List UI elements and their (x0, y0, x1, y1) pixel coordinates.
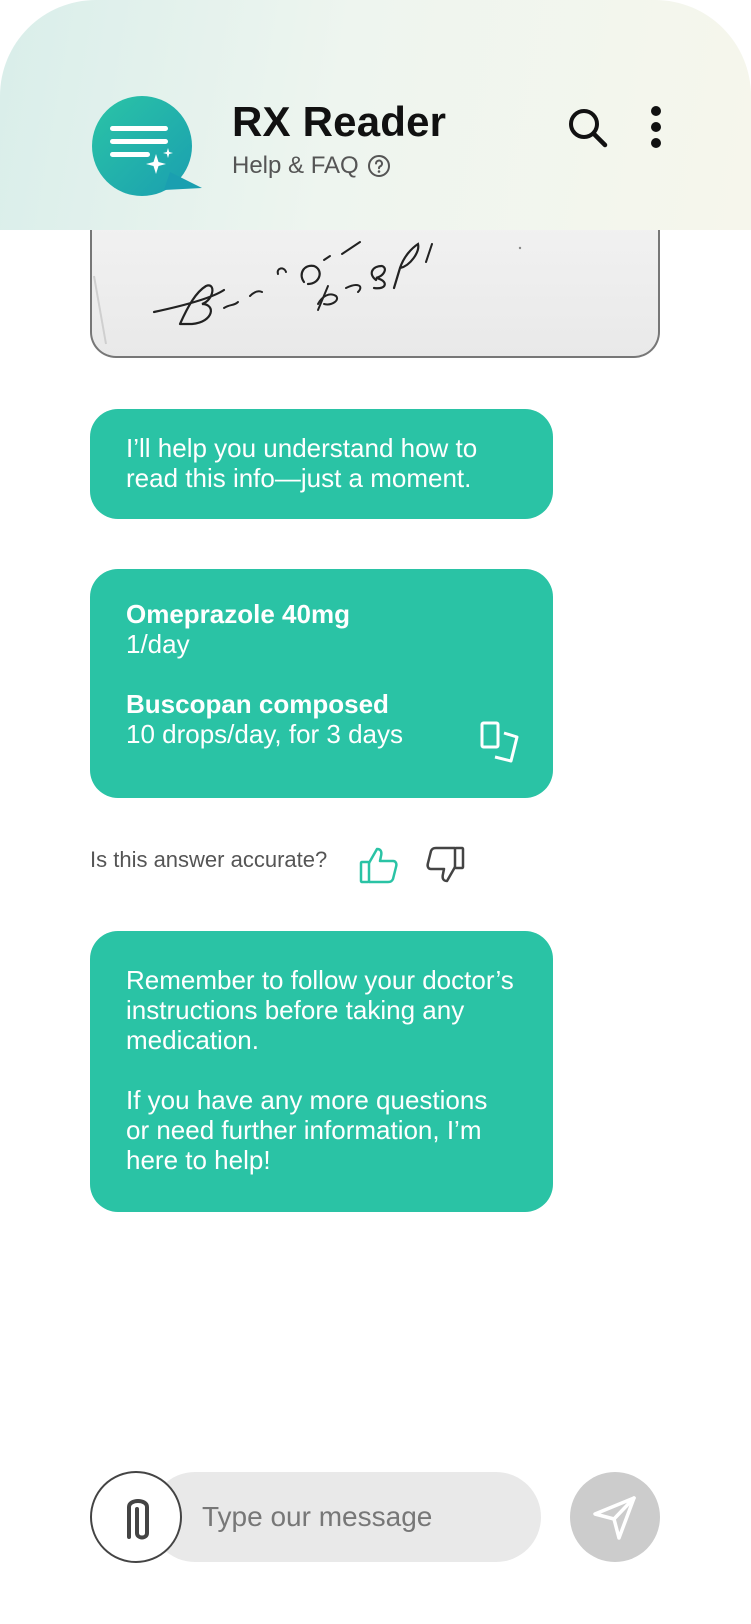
medication-name: Buscopan composed (126, 689, 389, 719)
help-faq-link[interactable]: Help & FAQ (232, 152, 391, 180)
medication-item: Buscopan composed 10 drops/day, for 3 da… (126, 689, 517, 749)
prescription-handwriting (93, 241, 522, 345)
send-icon (593, 1496, 636, 1540)
assistant-message-closing: Remember to follow your doctor’s instruc… (90, 931, 553, 1212)
help-faq-label: Help & FAQ (232, 152, 359, 179)
prescription-image[interactable] (90, 226, 660, 358)
medication-dosage: 1/day (126, 629, 190, 659)
app-logo-icon (92, 96, 202, 196)
chat-screen: RX Reader Help & FAQ I’ll help you under… (0, 0, 751, 1624)
message-input[interactable] (200, 1484, 520, 1550)
attach-button[interactable] (90, 1471, 182, 1563)
thumbs-up-icon[interactable] (359, 846, 399, 884)
feedback-question: Is this answer accurate? (90, 847, 328, 872)
app-header: RX Reader Help & FAQ (0, 0, 751, 230)
search-icon[interactable] (566, 106, 610, 150)
paperclip-icon (127, 1499, 149, 1540)
question-circle-icon (367, 155, 390, 177)
medication-dosage: 10 drops/day, for 3 days (126, 719, 404, 749)
copy-icon[interactable] (479, 721, 521, 763)
intro-text: I’ll help you understand how to read thi… (126, 433, 478, 493)
medication-name: Omeprazole 40mg (126, 599, 350, 629)
thumbs-down-icon[interactable] (425, 846, 465, 884)
send-button[interactable] (570, 1472, 660, 1562)
closing-text-1: Remember to follow your doctor’s instruc… (126, 965, 514, 1055)
app-title: RX Reader (232, 98, 447, 145)
closing-text-2: If you have any more questions or need f… (126, 1085, 488, 1175)
medication-item: Omeprazole 40mg 1/day (126, 599, 517, 659)
more-vertical-icon[interactable] (644, 104, 668, 150)
assistant-message-medications: Omeprazole 40mg 1/day Buscopan composed … (90, 569, 553, 798)
assistant-message-intro: I’ll help you understand how to read thi… (90, 409, 553, 519)
